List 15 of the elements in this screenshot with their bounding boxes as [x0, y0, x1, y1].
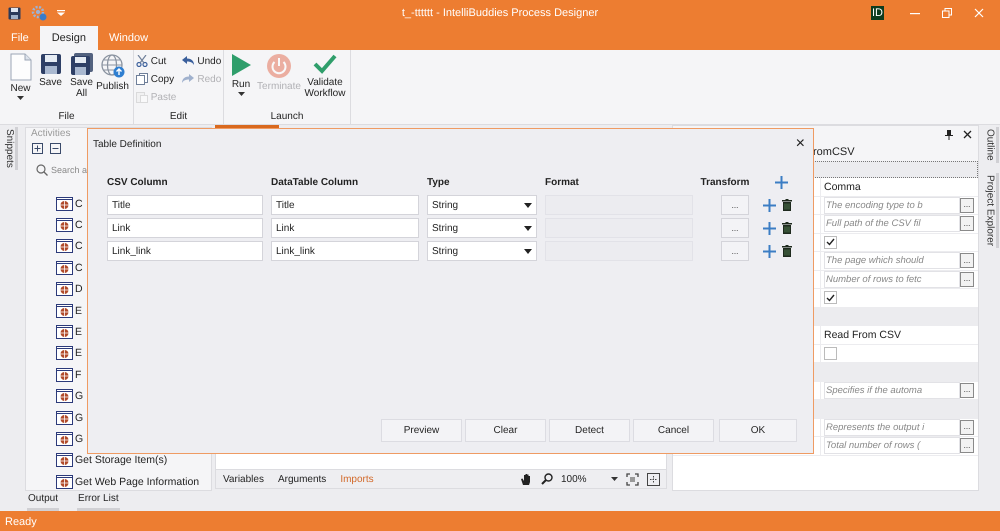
- status-text: Ready: [5, 516, 37, 528]
- column-header: CSV Column: [107, 176, 169, 190]
- column-header: DataTable Column: [271, 176, 360, 190]
- group-label: Edit: [170, 111, 188, 124]
- object-name: romCSV: [813, 146, 855, 158]
- panel-title: Activities: [31, 128, 70, 139]
- window-title: t_-tttttt - IntelliBuddies Process Designer: [402, 7, 598, 19]
- property-value: Comma: [824, 180, 861, 193]
- group-label: File: [58, 111, 75, 124]
- group-label: Launch: [270, 111, 304, 124]
- column-header: Transform: [701, 176, 749, 190]
- dialog-title: Table Definition: [93, 138, 162, 150]
- property-value: Read From CSV: [824, 328, 902, 341]
- column-header: Type: [427, 176, 451, 190]
- column-header: Format: [545, 176, 580, 190]
